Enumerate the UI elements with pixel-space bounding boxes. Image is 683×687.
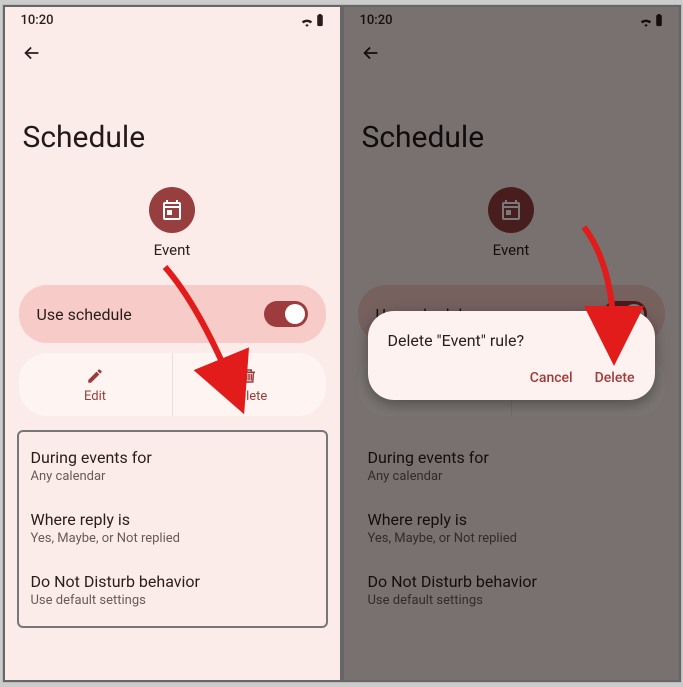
event-icon-circle xyxy=(149,187,195,233)
setting-dnd-behavior[interactable]: Do Not Disturb behavior Use default sett… xyxy=(356,560,667,622)
setting-during-events[interactable]: During events for Any calendar xyxy=(356,436,667,498)
status-bar: 10:20 xyxy=(5,7,340,30)
event-block: Event xyxy=(5,179,340,277)
schedule-toggle-label: Use schedule xyxy=(37,305,132,324)
calendar-icon xyxy=(160,198,184,222)
pencil-icon xyxy=(86,367,104,385)
settings-group: During events for Any calendar Where rep… xyxy=(356,430,667,628)
page-title: Schedule xyxy=(344,70,679,179)
dialog-title: Delete "Event" rule? xyxy=(388,331,635,350)
delete-dialog: Delete "Event" rule? Cancel Delete xyxy=(368,311,655,400)
trash-icon xyxy=(240,367,258,385)
schedule-switch[interactable] xyxy=(264,301,308,327)
phone-right: 10:20 Schedule Event Use schedule E xyxy=(344,7,679,680)
setting-dnd-behavior[interactable]: Do Not Disturb behavior Use default sett… xyxy=(19,560,326,622)
back-button[interactable] xyxy=(358,40,384,66)
edit-label: Edit xyxy=(84,389,106,404)
page-title: Schedule xyxy=(5,70,340,179)
arrow-left-icon xyxy=(21,42,43,64)
back-button[interactable] xyxy=(19,40,45,66)
status-icons xyxy=(300,14,324,27)
calendar-icon xyxy=(499,198,523,222)
setting-where-reply[interactable]: Where reply is Yes, Maybe, or Not replie… xyxy=(356,498,667,560)
status-bar: 10:20 xyxy=(344,7,679,30)
dialog-cancel-button[interactable]: Cancel xyxy=(530,370,573,386)
dialog-delete-button[interactable]: Delete xyxy=(595,370,635,386)
setting-where-reply[interactable]: Where reply is Yes, Maybe, or Not replie… xyxy=(19,498,326,560)
event-label: Event xyxy=(493,241,530,259)
status-time: 10:20 xyxy=(21,13,54,28)
action-pill: Edit Delete xyxy=(19,353,326,416)
settings-group: During events for Any calendar Where rep… xyxy=(17,430,328,628)
status-time: 10:20 xyxy=(360,13,393,28)
delete-button[interactable]: Delete xyxy=(172,353,326,416)
phone-left: 10:20 Schedule Event Use schedule E xyxy=(5,7,340,680)
event-block: Event xyxy=(344,179,679,277)
delete-label: Delete xyxy=(231,389,268,404)
status-icons xyxy=(639,14,663,27)
event-label: Event xyxy=(154,241,191,259)
event-icon-circle xyxy=(488,187,534,233)
setting-during-events[interactable]: During events for Any calendar xyxy=(19,436,326,498)
edit-button[interactable]: Edit xyxy=(19,353,172,416)
arrow-left-icon xyxy=(360,42,382,64)
schedule-toggle-row[interactable]: Use schedule xyxy=(19,285,326,343)
